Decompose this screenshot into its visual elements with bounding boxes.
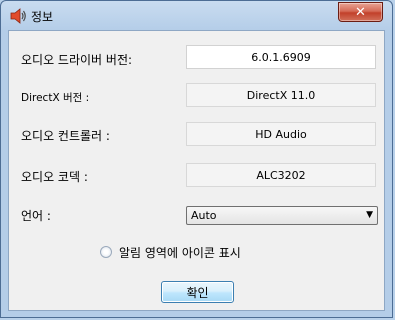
directx-version-label: DirectX 버전 :	[21, 92, 90, 104]
tray-icon-label: 알림 영역에 아이콘 표시	[119, 245, 241, 260]
dialog-content: 오디오 드라이버 버전: 6.0.1.6909 DirectX 버전 : Dir…	[8, 30, 385, 311]
driver-version-label: 오디오 드라이버 버전:	[21, 53, 133, 67]
tray-icon-radio[interactable]	[100, 246, 112, 258]
window-title: 정보	[31, 10, 54, 24]
chevron-down-icon: ▼	[366, 210, 373, 220]
audio-controller-field: HD Audio	[186, 122, 376, 146]
about-dialog: 정보 ✕ 오디오 드라이버 버전: 6.0.1.6909 DirectX 버전 …	[0, 0, 393, 318]
language-selected-value: Auto	[191, 209, 217, 222]
driver-version-field: 6.0.1.6909	[186, 45, 376, 69]
driver-version-value: 6.0.1.6909	[251, 50, 311, 64]
audio-controller-label: 오디오 컨트롤러 :	[21, 129, 110, 143]
title-bar[interactable]: 정보 ✕	[1, 1, 392, 31]
close-icon: ✕	[355, 4, 366, 20]
audio-controller-value: HD Audio	[255, 127, 307, 141]
ok-button[interactable]: 확인	[161, 281, 234, 303]
audio-codec-label: 오디오 코덱 :	[21, 170, 88, 184]
language-select[interactable]: Auto ▼	[186, 206, 378, 225]
directx-version-value: DirectX 11.0	[246, 88, 316, 102]
audio-codec-value: ALC3202	[256, 168, 306, 182]
audio-codec-field: ALC3202	[186, 163, 376, 187]
ok-button-label: 확인	[186, 285, 209, 300]
language-label: 언어 :	[21, 209, 51, 223]
close-button[interactable]: ✕	[338, 2, 383, 22]
speaker-icon	[10, 8, 26, 24]
directx-version-field: DirectX 11.0	[186, 83, 376, 107]
tray-icon-option[interactable]: 알림 영역에 아이콘 표시	[100, 243, 241, 261]
